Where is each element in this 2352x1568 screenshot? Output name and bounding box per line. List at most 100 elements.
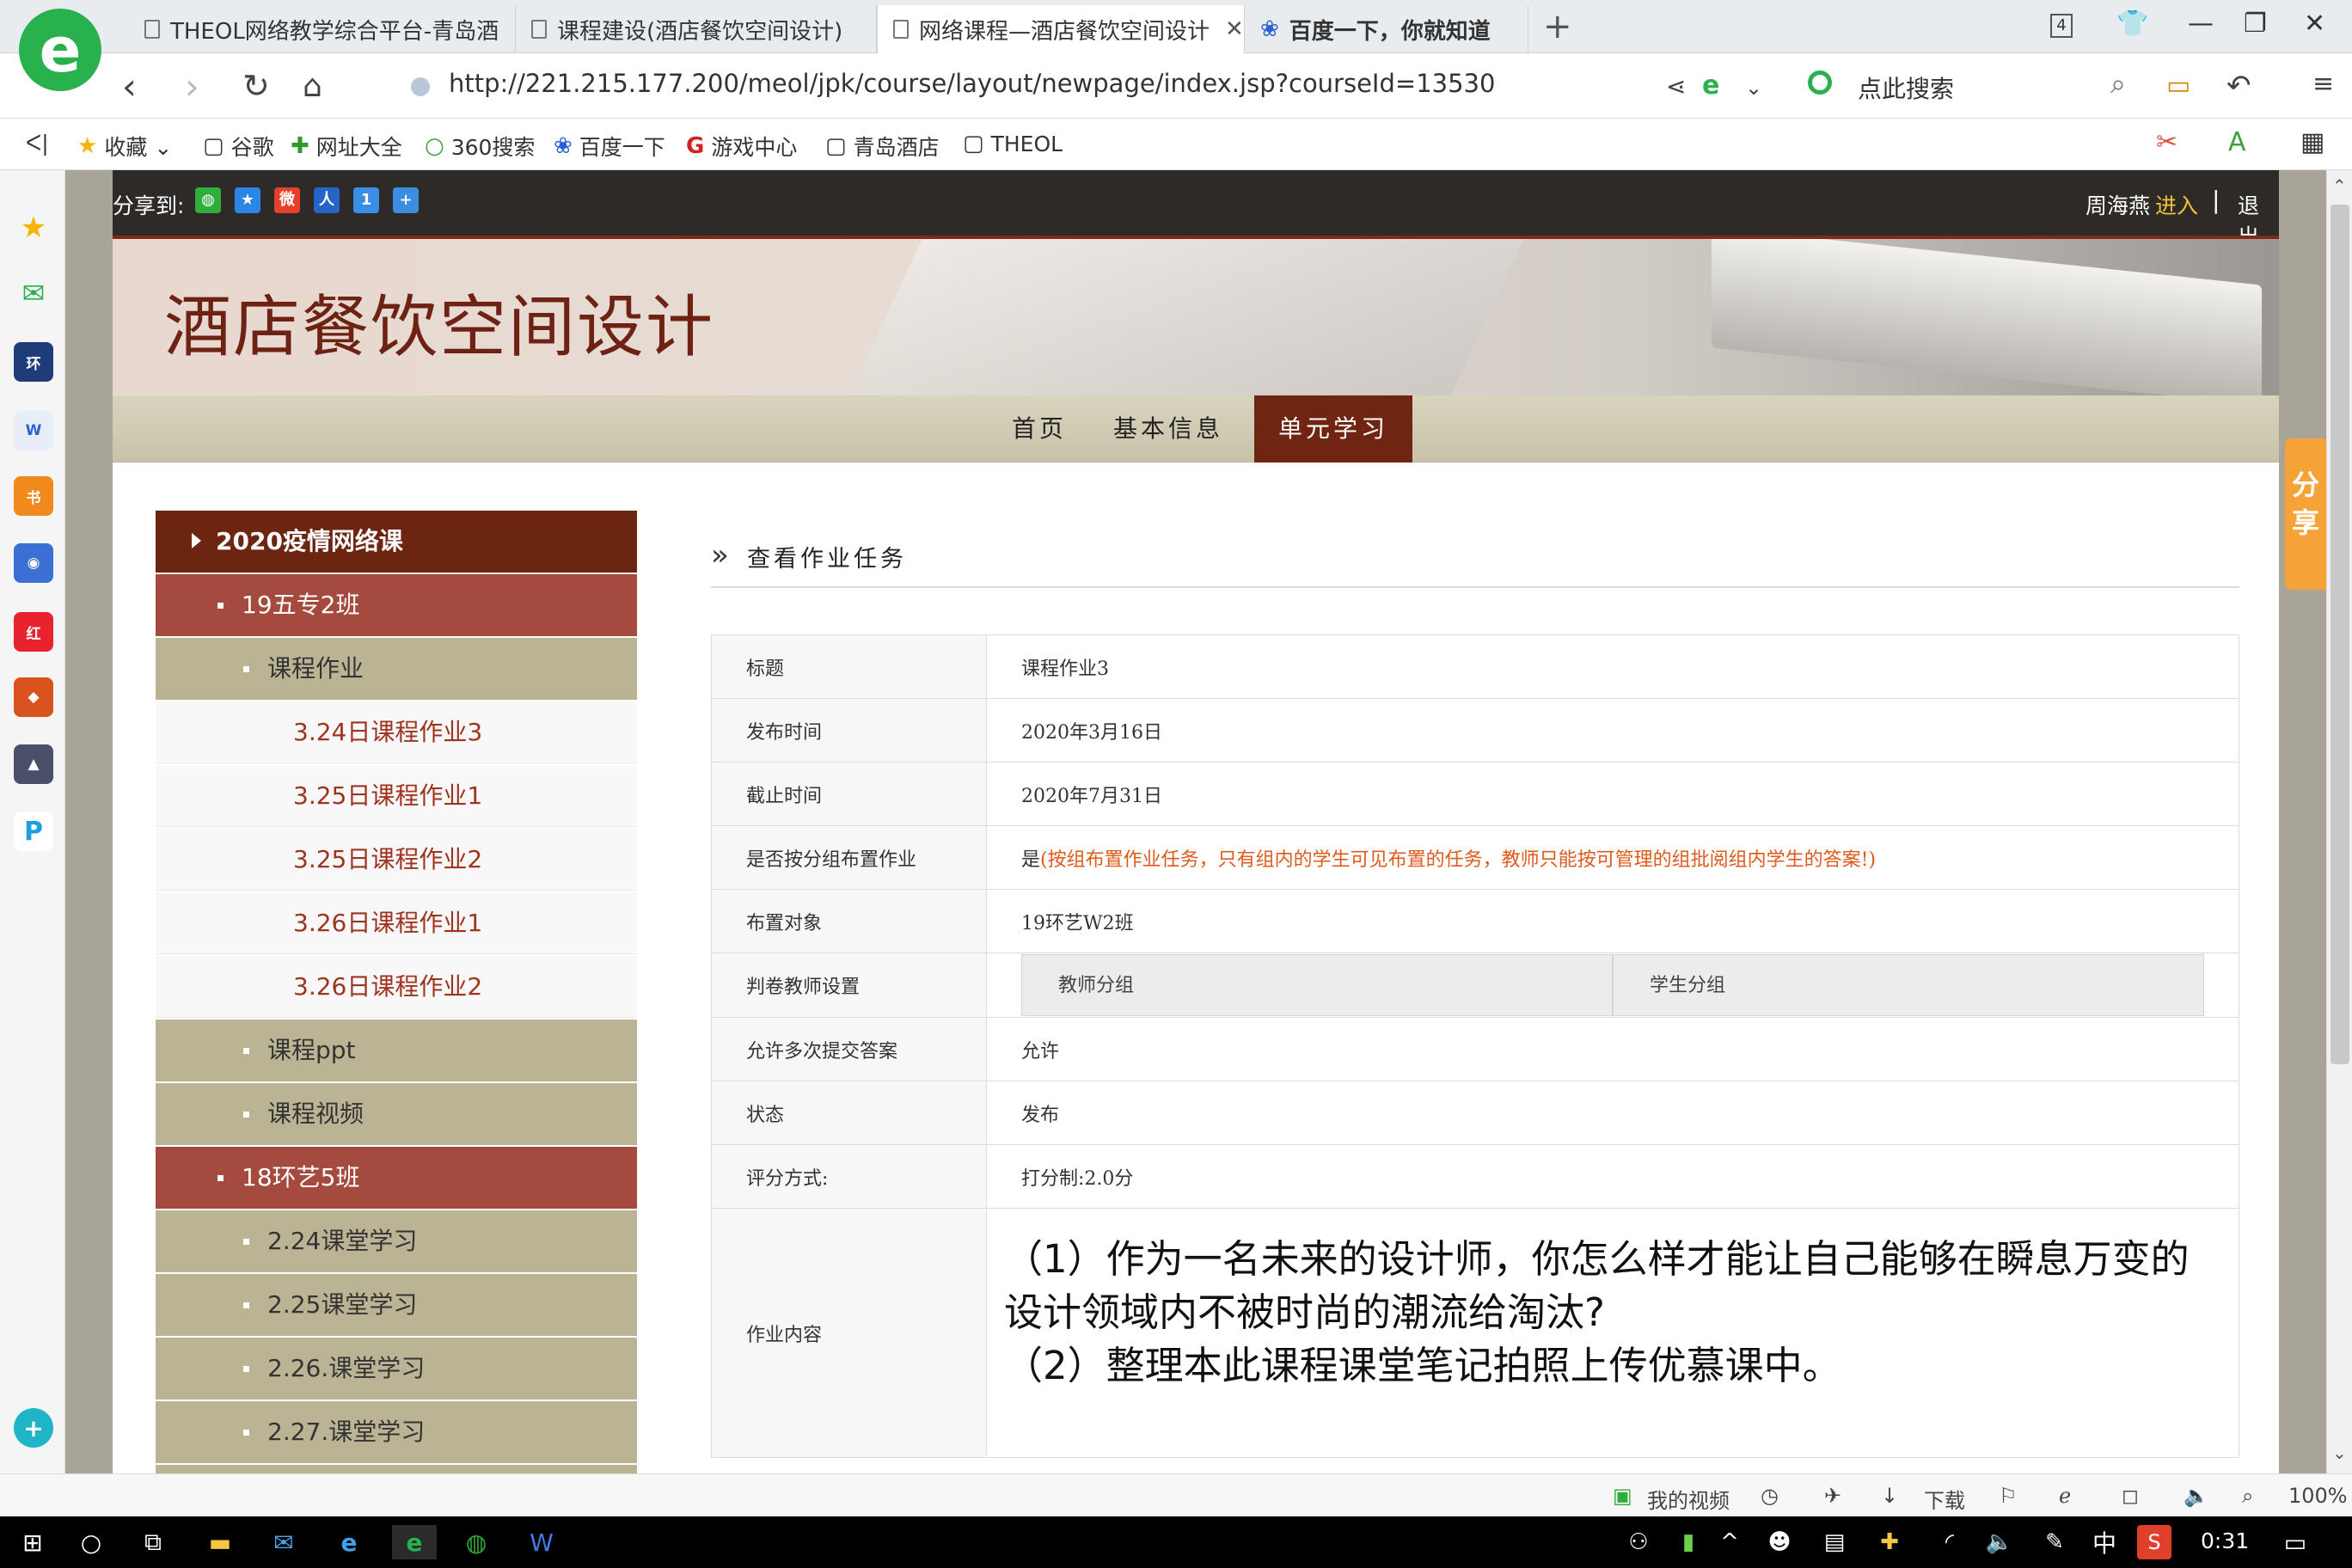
tree-item-homework-0324-3[interactable]: 3.24日课程作业3: [156, 701, 637, 763]
tree-item-class-18hy5[interactable]: 18环艺5班: [156, 1147, 637, 1209]
notification-icon[interactable]: ▭: [2278, 1525, 2312, 1559]
tab-course-building[interactable]: 课程建设(酒店餐饮空间设计): [516, 5, 877, 53]
tree-item-homework-0326-1[interactable]: 3.26日课程作业1: [156, 892, 637, 954]
pdf-app-icon[interactable]: P: [14, 812, 53, 851]
window-icon[interactable]: ◻: [2122, 1484, 2139, 1508]
search-input[interactable]: 点此搜索 ⌕: [1801, 62, 2136, 110]
scroll-down-icon[interactable]: ⌄: [2332, 1442, 2347, 1463]
tree-item-class-study-0226[interactable]: 2.26.课堂学习: [156, 1338, 637, 1400]
bookmark-qingdao-hotel[interactable]: ▢ 青岛酒店: [825, 131, 940, 162]
qzone-share-icon[interactable]: ★: [235, 187, 260, 213]
zoom-level[interactable]: 100%: [2288, 1484, 2348, 1508]
weibo-share-icon[interactable]: 微: [274, 187, 300, 213]
bookmark-url-navigation[interactable]: ✚ 网址大全: [291, 131, 402, 162]
task-view-icon[interactable]: ⧉: [136, 1525, 170, 1559]
bookmark-favorites[interactable]: ★ 收藏 ⌄: [77, 131, 172, 162]
clock[interactable]: 0:31: [2201, 1528, 2249, 1553]
menu-icon[interactable]: ≡: [2312, 69, 2334, 99]
home-icon[interactable]: ⌂: [303, 69, 322, 104]
ime-indicator[interactable]: 中: [2087, 1525, 2122, 1559]
wifi-icon[interactable]: ◜: [1932, 1525, 1967, 1559]
file-explorer-icon[interactable]: ▬: [203, 1525, 237, 1559]
minimize-button[interactable]: —: [2188, 9, 2214, 39]
zoom-icon[interactable]: ⌕: [2242, 1484, 2253, 1508]
bookmark-game-center[interactable]: G 游戏中心: [686, 131, 797, 162]
url-input[interactable]: http://221.215.177.200/meol/jpk/course/l…: [449, 69, 1495, 98]
360-browser-taskbar-icon[interactable]: e: [392, 1525, 437, 1559]
teacher-group-tab[interactable]: 教师分组: [1021, 954, 1613, 1016]
battery-icon[interactable]: ▭: [2166, 70, 2190, 101]
tree-item-homework-0326-2[interactable]: 3.26日课程作业2: [156, 956, 637, 1018]
tab-count-button[interactable]: 4: [2050, 14, 2073, 38]
pin-icon[interactable]: ✈: [1824, 1484, 1841, 1508]
wechat-share-icon[interactable]: ◍: [195, 187, 221, 213]
enter-link[interactable]: 进入: [2155, 189, 2198, 220]
security-icon[interactable]: [411, 77, 430, 96]
game-app-icon[interactable]: ◉: [14, 543, 53, 583]
scroll-up-icon[interactable]: ⌃: [2332, 175, 2347, 196]
tree-item-homework-0325-1[interactable]: 3.25日课程作业1: [156, 765, 637, 827]
apps-grid-icon[interactable]: ▦: [2300, 127, 2324, 157]
redbook-icon[interactable]: 红: [14, 612, 53, 652]
new-tab-button[interactable]: +: [1543, 7, 1572, 46]
bookmark-theol[interactable]: ▢ THEOL: [963, 131, 1063, 156]
tree-item-homework-0325-2[interactable]: 3.25日课程作业2: [156, 829, 637, 891]
ie-icon[interactable]: ℯ: [2059, 1484, 2071, 1508]
mail-app-icon[interactable]: ✉: [266, 1525, 301, 1559]
skin-icon[interactable]: 👕: [2116, 9, 2148, 39]
side-share-tab[interactable]: 分享: [2285, 438, 2326, 590]
network-tray-icon[interactable]: ▤: [1817, 1525, 1852, 1559]
student-group-tab[interactable]: 学生分组: [1613, 954, 2204, 1016]
cortana-icon[interactable]: ○: [74, 1525, 108, 1559]
add-app-icon[interactable]: +: [14, 1408, 53, 1448]
tab-network-course[interactable]: 网络课程—酒店餐饮空间设计 ✕: [877, 5, 1245, 53]
bookmark-360-search[interactable]: ○ 360搜索: [425, 131, 535, 162]
volume-icon[interactable]: 🔈: [1982, 1525, 2017, 1559]
360-tray-icon[interactable]: ✚: [1872, 1525, 1907, 1559]
scissors-icon[interactable]: ✂: [2156, 127, 2177, 157]
tree-item-class-19wz2[interactable]: 19五专2班: [156, 574, 637, 636]
windows-start-icon[interactable]: ⊞: [15, 1525, 50, 1559]
qq-tray-icon[interactable]: ☻: [1762, 1525, 1797, 1559]
people-icon[interactable]: ⚇: [1621, 1525, 1656, 1559]
maximize-button[interactable]: ❐: [2244, 9, 2267, 39]
browser-logo[interactable]: e: [19, 9, 101, 91]
tree-item-course-video[interactable]: 课程视频: [156, 1083, 637, 1145]
novel-app-icon[interactable]: 书: [14, 476, 53, 516]
app-news-icon[interactable]: 环: [14, 342, 53, 382]
game-app-2-icon[interactable]: ◆: [14, 677, 53, 717]
bookmark-baidu[interactable]: ❀ 百度一下: [554, 131, 665, 162]
search-icon[interactable]: ⌕: [2110, 67, 2126, 101]
translate-icon[interactable]: A: [2228, 127, 2246, 157]
wps-icon[interactable]: W: [524, 1525, 559, 1559]
tree-item-course-homework[interactable]: 课程作业: [156, 638, 637, 700]
download-label[interactable]: 下载: [1924, 1484, 1965, 1514]
undo-icon[interactable]: ↶: [2226, 69, 2251, 103]
tab-baidu[interactable]: ❀ 百度一下，你就知道: [1245, 5, 1528, 53]
tree-item-more[interactable]: [156, 1465, 637, 1473]
close-tab-icon[interactable]: ✕: [1225, 16, 1244, 42]
more-share-icon[interactable]: +: [393, 187, 419, 213]
forward-icon[interactable]: ›: [185, 65, 199, 107]
my-video-link[interactable]: 我的视频: [1647, 1484, 1730, 1514]
back-icon[interactable]: ‹: [122, 65, 137, 107]
nav-home[interactable]: 首页: [988, 395, 1091, 462]
mail-icon[interactable]: ✉: [14, 273, 53, 313]
sound-icon[interactable]: 🔈: [2184, 1484, 2209, 1508]
tree-item-2020-epidemic-course[interactable]: 2020疫情网络课: [156, 511, 637, 573]
vertical-scrollbar[interactable]: ⌃ ⌄: [2326, 170, 2352, 1473]
chevron-down-icon[interactable]: ⌄: [1745, 76, 1762, 100]
refresh-icon[interactable]: ↻: [242, 67, 270, 105]
favorites-star-icon[interactable]: ★: [14, 208, 53, 248]
nav-unit-study[interactable]: 单元学习: [1254, 395, 1412, 462]
tree-item-course-ppt[interactable]: 课程ppt: [156, 1020, 637, 1081]
flag-icon[interactable]: ⚐: [1999, 1484, 2018, 1508]
ie-mode-icon[interactable]: e: [1702, 70, 1719, 101]
sogou-ime-icon[interactable]: S: [2137, 1525, 2171, 1559]
share-icon[interactable]: ⋖: [1666, 72, 1686, 101]
pen-icon[interactable]: ✎: [2037, 1525, 2072, 1559]
tree-item-class-study-0224[interactable]: 2.24课堂学习: [156, 1210, 637, 1272]
tab-theol-platform[interactable]: THEOL网络教学综合平台-青岛酒: [129, 5, 516, 53]
sidebar-toggle-icon[interactable]: ᐸ|: [26, 131, 49, 156]
bookmark-google[interactable]: ▢ 谷歌: [203, 131, 274, 162]
